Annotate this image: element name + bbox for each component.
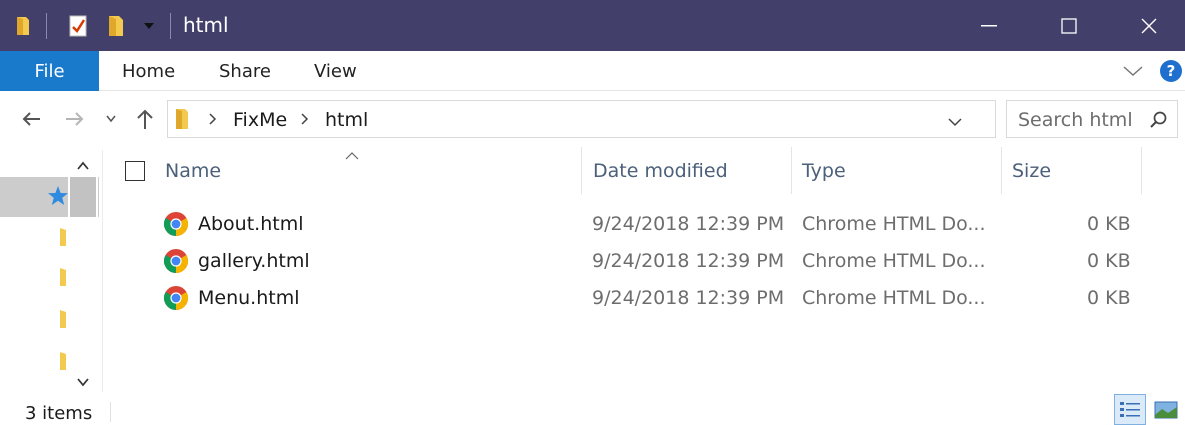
- tab-home[interactable]: Home: [122, 51, 175, 91]
- tab-share[interactable]: Share: [219, 51, 271, 91]
- file-size: 0 KB: [1087, 213, 1131, 235]
- close-icon: [1141, 18, 1157, 33]
- search-input[interactable]: Search html: [1006, 100, 1178, 138]
- breadcrumb-chevron-icon[interactable]: [300, 111, 310, 131]
- file-type: Chrome HTML Do...: [802, 213, 986, 235]
- column-divider[interactable]: [581, 147, 582, 194]
- folder-icon[interactable]: [58, 350, 68, 376]
- new-folder-icon[interactable]: [104, 13, 128, 39]
- sort-ascending-icon: [345, 145, 359, 164]
- scroll-up-icon[interactable]: [77, 156, 89, 175]
- search-placeholder: Search html: [1018, 109, 1133, 131]
- file-type: Chrome HTML Do...: [802, 287, 986, 309]
- status-divider: [110, 402, 111, 422]
- up-button[interactable]: [130, 104, 160, 134]
- breadcrumb-chevron-icon[interactable]: [208, 111, 218, 131]
- folder-icon: [174, 107, 190, 135]
- column-header-type[interactable]: Type: [802, 147, 846, 194]
- back-arrow-icon: [22, 112, 40, 126]
- forward-button[interactable]: [60, 104, 90, 134]
- help-button[interactable]: ?: [1160, 60, 1182, 82]
- file-name[interactable]: About.html: [198, 213, 304, 235]
- file-type: Chrome HTML Do...: [802, 250, 986, 272]
- properties-icon[interactable]: [66, 13, 90, 39]
- folder-icon[interactable]: [58, 266, 68, 292]
- file-row[interactable]: About.html 9/24/2018 12:39 PM Chrome HTM…: [160, 207, 1140, 243]
- column-divider[interactable]: [791, 147, 792, 194]
- folder-icon[interactable]: [58, 226, 68, 252]
- minimize-icon: [981, 24, 997, 26]
- scroll-thumb[interactable]: [70, 177, 96, 217]
- ribbon: File Home Share View ?: [0, 51, 1185, 91]
- recent-locations-button[interactable]: [102, 104, 120, 134]
- file-date: 9/24/2018 12:39 PM: [592, 287, 785, 309]
- chrome-icon: [163, 212, 189, 236]
- up-arrow-icon: [137, 109, 153, 129]
- maximize-icon: [1061, 17, 1077, 34]
- folder-icon[interactable]: [12, 13, 34, 39]
- toolbar-divider: [46, 13, 47, 39]
- column-header-size[interactable]: Size: [1012, 147, 1051, 194]
- file-row[interactable]: Menu.html 9/24/2018 12:39 PM Chrome HTML…: [160, 281, 1140, 317]
- window-title: html: [183, 13, 229, 37]
- navigation-pane: [0, 150, 99, 392]
- chrome-icon: [163, 249, 189, 273]
- file-size: 0 KB: [1087, 287, 1131, 309]
- file-row[interactable]: gallery.html 9/24/2018 12:39 PM Chrome H…: [160, 244, 1140, 280]
- file-tab[interactable]: File: [0, 51, 99, 91]
- title-bar: html: [0, 0, 1185, 51]
- forward-arrow-icon: [66, 112, 84, 126]
- column-divider[interactable]: [1141, 147, 1142, 194]
- chevron-down-icon: [106, 115, 116, 123]
- minimize-button[interactable]: [965, 0, 1013, 51]
- large-icons-view-icon: [1154, 401, 1178, 418]
- address-dropdown-icon[interactable]: [947, 113, 963, 132]
- folder-icon[interactable]: [58, 308, 68, 334]
- tab-view[interactable]: View: [314, 51, 357, 91]
- file-name[interactable]: Menu.html: [198, 287, 300, 309]
- breadcrumb-fixme[interactable]: FixMe: [233, 109, 287, 131]
- chrome-icon: [163, 286, 189, 310]
- maximize-button[interactable]: [1045, 0, 1093, 51]
- select-all-checkbox[interactable]: [125, 161, 145, 181]
- column-divider[interactable]: [1001, 147, 1002, 194]
- breadcrumb-html[interactable]: html: [325, 109, 368, 131]
- column-header-date[interactable]: Date modified: [593, 147, 728, 194]
- details-view-icon: [1120, 401, 1140, 417]
- star-icon: [47, 185, 69, 211]
- back-button[interactable]: [16, 104, 46, 134]
- file-name[interactable]: gallery.html: [198, 250, 310, 272]
- address-bar[interactable]: FixMe html: [167, 100, 1160, 138]
- file-date: 9/24/2018 12:39 PM: [592, 213, 785, 235]
- details-view-button[interactable]: [1114, 394, 1146, 425]
- expand-ribbon-icon[interactable]: [1122, 63, 1144, 82]
- column-header-name[interactable]: Name: [165, 147, 221, 194]
- status-item-count: 3 items: [25, 403, 93, 424]
- large-icons-view-button[interactable]: [1150, 394, 1182, 425]
- close-button[interactable]: [1125, 0, 1173, 51]
- search-icon[interactable]: [1149, 110, 1169, 134]
- dropdown-icon[interactable]: [138, 13, 160, 39]
- toolbar-divider: [170, 13, 171, 39]
- file-date: 9/24/2018 12:39 PM: [592, 250, 785, 272]
- file-size: 0 KB: [1087, 250, 1131, 272]
- scroll-down-icon[interactable]: [77, 372, 89, 391]
- pane-divider: [102, 150, 103, 392]
- nav-scrollbar[interactable]: [68, 150, 98, 392]
